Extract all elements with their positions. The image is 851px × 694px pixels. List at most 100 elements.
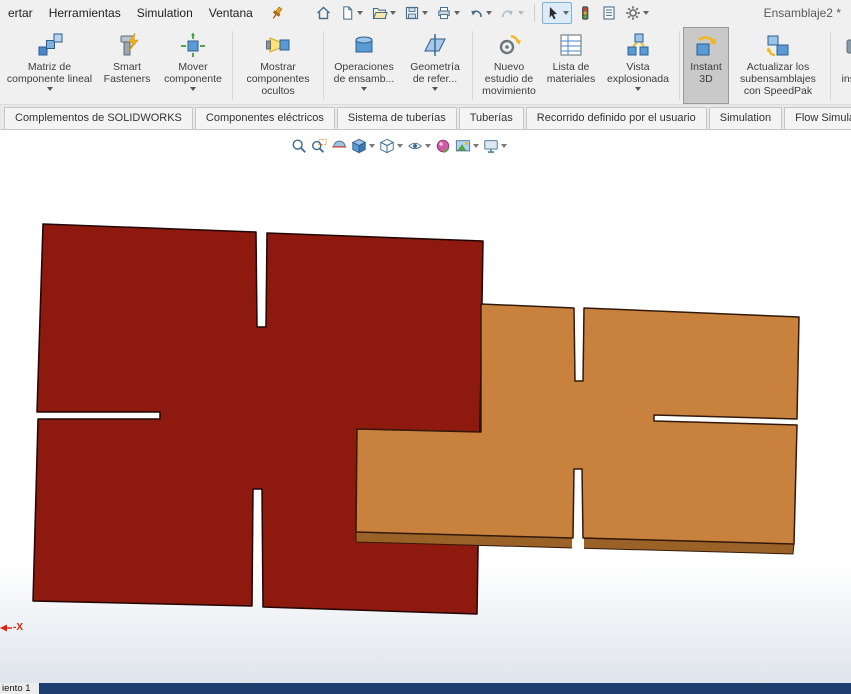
chevron-down-icon[interactable] [432, 87, 438, 91]
open-document-icon[interactable] [368, 2, 399, 24]
ribbon-button-update-speedpak[interactable]: Actualizar los subensamblajes con SpeedP… [729, 27, 827, 104]
ribbon-button-instant3d[interactable]: Instant 3D [683, 27, 729, 104]
zoom-to-area-icon[interactable] [310, 137, 328, 155]
chevron-down-icon[interactable] [642, 10, 649, 15]
ribbon-button-bill-of-materials[interactable]: Lista de materiales [542, 27, 600, 104]
ribbon-button-label: Operaciones de ensamb... [333, 61, 395, 85]
chevron-down-icon[interactable] [562, 10, 569, 15]
chevron-down-icon[interactable] [517, 10, 524, 15]
ribbon-button-label: Smart Fasteners [103, 61, 151, 85]
chevron-down-icon[interactable] [397, 144, 403, 148]
view-settings-icon[interactable] [482, 137, 508, 155]
tab-flow-simulation[interactable]: Flow Simula... [784, 107, 851, 129]
ribbon-button-label: Geometría de refer... [410, 61, 460, 85]
undo-icon[interactable] [465, 2, 495, 24]
toolbar-separator [533, 3, 535, 22]
ribbon-button-label: Instant 3D [690, 61, 722, 85]
options-gear-icon[interactable] [622, 2, 652, 24]
tab-componentes-electricos[interactable]: Componentes eléctricos [194, 107, 335, 129]
apply-scene-icon[interactable] [454, 137, 480, 155]
assembly-features-icon [351, 31, 377, 59]
edit-appearance-icon[interactable] [434, 137, 452, 155]
select-cursor-icon[interactable] [541, 1, 572, 24]
bill-of-materials-icon [558, 31, 584, 59]
red-board-part[interactable] [32, 223, 484, 615]
ribbon-button-exploded-view[interactable]: Vista explosionada [600, 27, 676, 104]
update-speedpak-icon [765, 31, 791, 59]
menu-item-herramientas[interactable]: Herramientas [41, 1, 129, 25]
tab-tuberias[interactable]: Tuberías [458, 107, 524, 129]
linear-pattern-icon [37, 31, 63, 59]
redo-icon[interactable] [497, 2, 527, 24]
chevron-down-icon[interactable] [369, 144, 375, 148]
ribbon-separator [472, 31, 473, 100]
menu-item-insertar[interactable]: ertar [0, 1, 41, 25]
chevron-down-icon[interactable] [356, 10, 363, 15]
ribbon-button-linear-component-pattern[interactable]: Matriz de componente lineal [2, 27, 97, 104]
viewport-canvas[interactable] [0, 130, 851, 683]
ribbon-separator [232, 31, 233, 100]
new-motion-study-icon [496, 31, 522, 59]
smart-fasteners-icon [114, 31, 140, 59]
graphics-viewport[interactable]: -X [0, 130, 851, 683]
ribbon-button-show-hidden-components[interactable]: Mostrar componentes ocultos [236, 27, 320, 104]
menu-item-simulation[interactable]: Simulation [129, 1, 201, 25]
triad-x-axis-icon [0, 624, 12, 631]
coordinate-triad: -X [0, 622, 23, 633]
chevron-down-icon[interactable] [190, 87, 196, 91]
chevron-down-icon[interactable] [453, 10, 460, 15]
quick-access-toolbar [311, 1, 653, 24]
ribbon-button-smart-fasteners[interactable]: Smart Fasteners [97, 27, 157, 104]
reference-geometry-icon [422, 31, 448, 59]
ribbon-button-take-snapshot[interactable]: To insta... [834, 27, 851, 104]
tab-sistema-de-tuberias[interactable]: Sistema de tuberías [336, 107, 457, 129]
chevron-down-icon[interactable] [485, 10, 492, 15]
menu-bar: ertar Herramientas Simulation Ventana En… [0, 0, 851, 25]
move-component-icon [180, 31, 206, 59]
tab-recorrido-definido[interactable]: Recorrido definido por el usuario [525, 107, 707, 129]
ribbon-button-assembly-features[interactable]: Operaciones de ensamb... [327, 27, 401, 104]
ribbon-button-move-component[interactable]: Mover componente [157, 27, 229, 104]
home-icon[interactable] [312, 2, 335, 24]
chevron-down-icon[interactable] [635, 87, 641, 91]
chevron-down-icon[interactable] [361, 87, 367, 91]
display-style-icon[interactable] [378, 137, 404, 155]
ribbon-button-label: Mostrar componentes ocultos [246, 61, 310, 97]
zoom-to-fit-icon[interactable] [290, 137, 308, 155]
ribbon-button-label: Lista de materiales [546, 61, 596, 85]
chevron-down-icon[interactable] [421, 10, 428, 15]
chevron-down-icon[interactable] [46, 87, 53, 91]
tab-simulation[interactable]: Simulation [708, 107, 783, 129]
window-title: Ensamblaje2 * [763, 5, 841, 20]
command-manager-ribbon: Matriz de componente lineal Smart Fasten… [0, 25, 851, 105]
tab-complementos-solidworks[interactable]: Complementos de SOLIDWORKS [4, 107, 193, 129]
chevron-down-icon[interactable] [425, 144, 431, 148]
take-snapshot-icon [844, 31, 851, 59]
pushpin-icon[interactable] [269, 5, 285, 21]
rebuild-traffic-light-icon[interactable] [574, 2, 596, 24]
instant3d-icon [693, 31, 719, 59]
triad-x-label: -X [13, 622, 23, 633]
print-icon[interactable] [433, 2, 463, 24]
view-orientation-icon[interactable] [350, 137, 376, 155]
command-manager-tab-bar: Complementos de SOLIDWORKS Componentes e… [0, 105, 851, 130]
ribbon-separator [830, 31, 831, 100]
new-document-icon[interactable] [337, 2, 366, 24]
chevron-down-icon[interactable] [473, 144, 479, 148]
chevron-down-icon[interactable] [389, 10, 396, 15]
ribbon-separator [323, 31, 324, 100]
chevron-down-icon[interactable] [501, 144, 507, 148]
wood-board-slot-gap [572, 535, 584, 554]
ribbon-button-new-motion-study[interactable]: Nuevo estudio de movimiento [476, 27, 542, 104]
exploded-view-icon [625, 31, 651, 59]
ribbon-button-label: Nuevo estudio de movimiento [482, 61, 536, 97]
motion-study-tab[interactable]: iento 1 [0, 683, 39, 694]
menu-item-ventana[interactable]: Ventana [201, 1, 261, 25]
file-properties-icon[interactable] [598, 2, 620, 24]
ribbon-button-reference-geometry[interactable]: Geometría de refer... [401, 27, 469, 104]
section-view-icon[interactable] [330, 137, 348, 155]
save-icon[interactable] [401, 2, 431, 24]
ribbon-button-label: Mover componente [164, 61, 222, 85]
hide-show-items-icon[interactable] [406, 137, 432, 155]
ribbon-button-label: Matriz de componente lineal [6, 61, 93, 85]
